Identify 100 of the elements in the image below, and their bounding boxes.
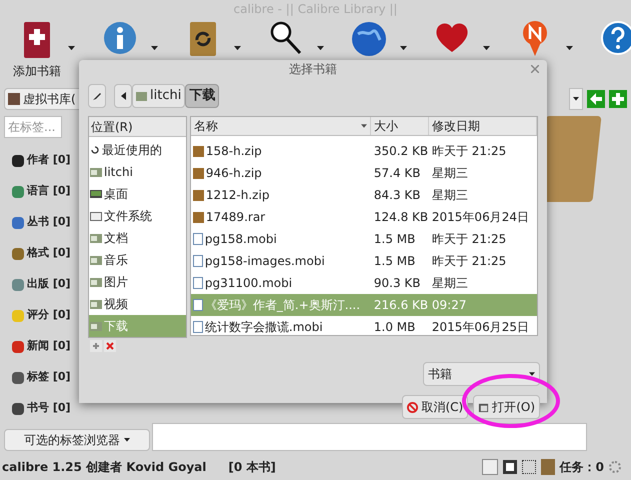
pencil-icon	[92, 91, 102, 101]
file-size: 1.5 MB	[372, 231, 416, 248]
place-item[interactable]: 文档	[89, 227, 186, 249]
place-item[interactable]: litchi	[89, 161, 186, 183]
book-plus-icon	[22, 20, 52, 60]
place-item[interactable]: 文件系统	[89, 205, 186, 227]
category-icon	[12, 248, 24, 260]
add-place-icon[interactable]	[90, 340, 102, 352]
file-name: pg158.mobi	[204, 231, 277, 248]
path-back-button[interactable]	[114, 84, 132, 108]
folder-icon	[90, 255, 102, 265]
back-arrow-icon[interactable]	[587, 90, 605, 108]
caret-icon[interactable]	[68, 46, 75, 50]
caret-icon[interactable]	[151, 46, 158, 50]
dialog-button[interactable]: 打开(O)	[473, 395, 540, 419]
tag-category-item[interactable]: 标签 [0]	[27, 369, 71, 386]
archive-icon	[192, 190, 204, 200]
file-row[interactable]: 1212-h.zip 84.3 KB 星期三	[190, 184, 537, 206]
file-size: 124.8 KB	[372, 209, 429, 226]
edit-path-button[interactable]	[88, 84, 106, 108]
caret-icon[interactable]	[400, 46, 407, 50]
document-icon	[192, 233, 203, 245]
file-name: 17489.rar	[206, 209, 266, 226]
category-icon	[12, 278, 24, 290]
place-item[interactable]: 图片	[89, 271, 186, 293]
column-header[interactable]: 名称	[190, 117, 371, 135]
file-row[interactable]: pg158.mobi 1.5 MB 昨天于 21:25	[190, 228, 537, 250]
remove-place-icon[interactable]	[104, 340, 116, 352]
file-size: 57.4 KB	[372, 165, 422, 182]
file-row[interactable]: pg31100.mobi 90.3 KB 星期三	[190, 272, 537, 294]
tag-browser-button[interactable]: 可选的标签浏览器	[4, 429, 150, 451]
book-icon[interactable]	[540, 459, 555, 475]
column-header[interactable]: 修改日期	[428, 117, 537, 135]
file-date: 2015年06月24日	[430, 209, 530, 226]
archive-icon	[192, 168, 204, 178]
file-size: 1.0 MB	[372, 319, 416, 336]
dialog-title: 选择书籍	[289, 61, 337, 78]
tag-search-field[interactable]: 在标签...	[4, 116, 62, 138]
caret-icon[interactable]	[234, 46, 241, 50]
document-icon	[192, 321, 203, 333]
file-date: 星期三	[430, 275, 469, 292]
place-item[interactable]: 视频	[89, 293, 186, 315]
file-size: 1.5 MB	[372, 253, 416, 270]
file-date: 昨天于 21:25	[430, 253, 508, 270]
document-icon	[192, 255, 203, 267]
caret-icon[interactable]	[124, 438, 130, 442]
sort-arrow-icon	[360, 124, 367, 128]
left-triangle-icon	[120, 92, 126, 100]
tag-category-item[interactable]: 书号 [0]	[27, 400, 71, 417]
file-name: 946-h.zip	[206, 165, 262, 182]
category-icon	[12, 310, 24, 322]
file-name: pg158-images.mobi	[204, 253, 325, 270]
place-item[interactable]: 最近使用的	[89, 139, 186, 161]
place-item[interactable]: 桌面	[89, 183, 186, 205]
place-item[interactable]: 音乐	[89, 249, 186, 271]
dropdown-arrow-icon[interactable]	[573, 97, 579, 101]
tag-category-item[interactable]: 作者 [0]	[27, 152, 71, 169]
file-row[interactable]: 17489.rar 124.8 KB 2015年06月24日	[190, 206, 537, 228]
caret-icon[interactable]	[566, 46, 573, 50]
folder-icon	[90, 321, 102, 331]
dialog-button[interactable]: 取消(C)	[402, 395, 468, 419]
cover-icon[interactable]	[502, 460, 517, 474]
archive-icon	[192, 212, 204, 222]
file-date: 昨天于 21:25	[430, 231, 508, 248]
status-text: calibre 1.25 创建者 Kovid Goyal	[2, 459, 206, 476]
caret-icon	[529, 372, 535, 376]
category-icon	[12, 154, 24, 166]
file-size: 216.6 KB	[372, 297, 429, 314]
folder-icon	[90, 299, 102, 309]
tag-category-item[interactable]: 丛书 [0]	[27, 214, 71, 231]
document-icon	[192, 277, 203, 289]
archive-icon	[192, 146, 204, 156]
caret-icon[interactable]	[317, 46, 324, 50]
file-type-dropdown[interactable]: 书籍	[423, 362, 540, 386]
cancel-icon	[407, 402, 418, 412]
plus-icon[interactable]	[609, 90, 627, 108]
column-header[interactable]: 大小	[370, 117, 429, 135]
file-size: 84.3 KB	[372, 187, 422, 204]
tag-category-item[interactable]: 格式 [0]	[27, 245, 71, 262]
path-segment[interactable]: litchi	[132, 84, 186, 108]
magnifier-icon	[269, 20, 303, 56]
tag-category-item[interactable]: 评分 [0]	[27, 307, 71, 324]
spinner-icon	[609, 461, 621, 473]
column-header: 位置(R)	[89, 117, 186, 137]
folder-icon	[90, 167, 102, 177]
file-date: 09:27	[430, 297, 468, 314]
file-row[interactable]: pg158-images.mobi 1.5 MB 昨天于 21:25	[190, 250, 537, 272]
file-row[interactable]: 统计数字会撒谎.mobi 1.0 MB 2015年06月25日	[190, 316, 537, 338]
category-icon	[12, 340, 24, 352]
tag-category-item[interactable]: 新闻 [0]	[27, 338, 71, 355]
folder-icon	[136, 92, 147, 100]
file-name: 158-h.zip	[206, 143, 262, 160]
caret-icon[interactable]	[483, 46, 490, 50]
file-row[interactable]: 946-h.zip 57.4 KB 星期三	[190, 162, 537, 184]
file-row[interactable]: 158-h.zip 350.2 KB 昨天于 21:25	[190, 140, 537, 162]
file-name: 1212-h.zip	[206, 187, 270, 204]
tag-category-item[interactable]: 出版 [0]	[27, 276, 71, 293]
toolbar-button[interactable]: 添加书籍	[6, 20, 68, 80]
tag-category-item[interactable]: 语言 [0]	[27, 183, 71, 200]
path-segment[interactable]: 下载	[185, 84, 220, 108]
